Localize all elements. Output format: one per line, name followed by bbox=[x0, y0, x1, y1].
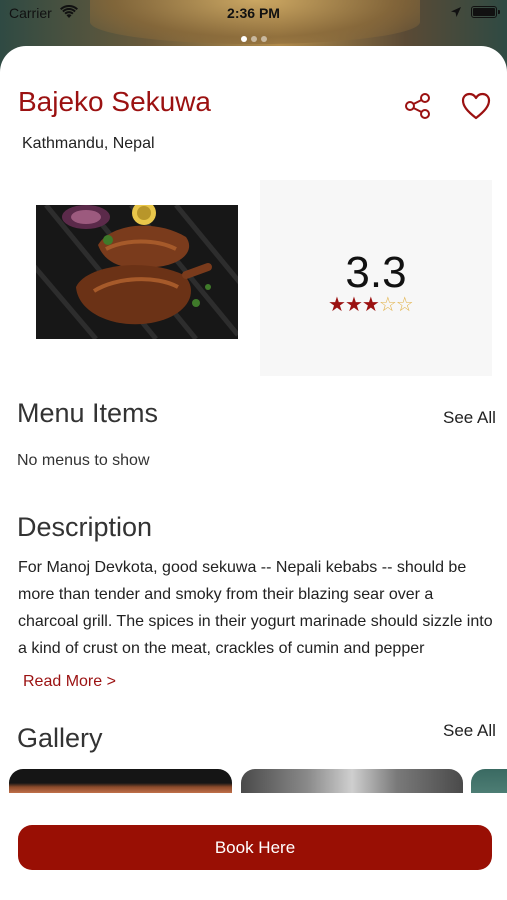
restaurant-location: Kathmandu, Nepal bbox=[22, 135, 155, 152]
location-arrow-icon bbox=[451, 7, 461, 17]
rating-panel: 3.3 ★★★☆☆ bbox=[260, 180, 492, 376]
book-here-button[interactable]: Book Here bbox=[18, 825, 492, 870]
star-empty-icon: ☆ bbox=[395, 294, 414, 316]
description-text: For Manoj Devkota, good sekuwa -- Nepali… bbox=[18, 559, 493, 657]
gallery-image[interactable] bbox=[241, 769, 463, 793]
battery-icon bbox=[471, 6, 500, 18]
status-bar: Carrier 2:36 PM bbox=[0, 0, 507, 26]
gallery-heading: Gallery bbox=[17, 723, 103, 753]
food-photo[interactable] bbox=[36, 205, 238, 339]
gallery-see-all-link[interactable]: See All bbox=[443, 721, 496, 741]
gallery-image[interactable] bbox=[471, 769, 507, 793]
star-filled-icon: ★ bbox=[344, 294, 363, 316]
menu-empty-text: No menus to show bbox=[17, 452, 150, 469]
rating-value: 3.3 bbox=[345, 248, 407, 297]
star-filled-icon: ★ bbox=[361, 294, 380, 316]
gallery-strip bbox=[0, 769, 507, 793]
carousel-dot bbox=[240, 36, 247, 42]
carousel-indicator bbox=[0, 29, 507, 47]
menu-items-heading: Menu Items bbox=[17, 398, 159, 428]
carousel-dot bbox=[250, 36, 257, 42]
description-heading: Description bbox=[17, 512, 153, 542]
rating-stars: ★★★☆☆ bbox=[328, 292, 414, 317]
menu-see-all-link[interactable]: See All bbox=[443, 408, 496, 428]
favorite-heart-icon[interactable] bbox=[461, 92, 491, 120]
restaurant-name: Bajeko Sekuwa bbox=[18, 86, 212, 117]
gallery-image[interactable] bbox=[9, 769, 232, 793]
star-empty-icon: ☆ bbox=[378, 294, 397, 316]
read-more-link[interactable]: Read More > bbox=[23, 673, 116, 691]
share-icon[interactable] bbox=[404, 92, 432, 120]
carousel-dot bbox=[260, 36, 267, 42]
clock: 2:36 PM bbox=[227, 5, 280, 21]
star-filled-icon: ★ bbox=[328, 294, 346, 316]
